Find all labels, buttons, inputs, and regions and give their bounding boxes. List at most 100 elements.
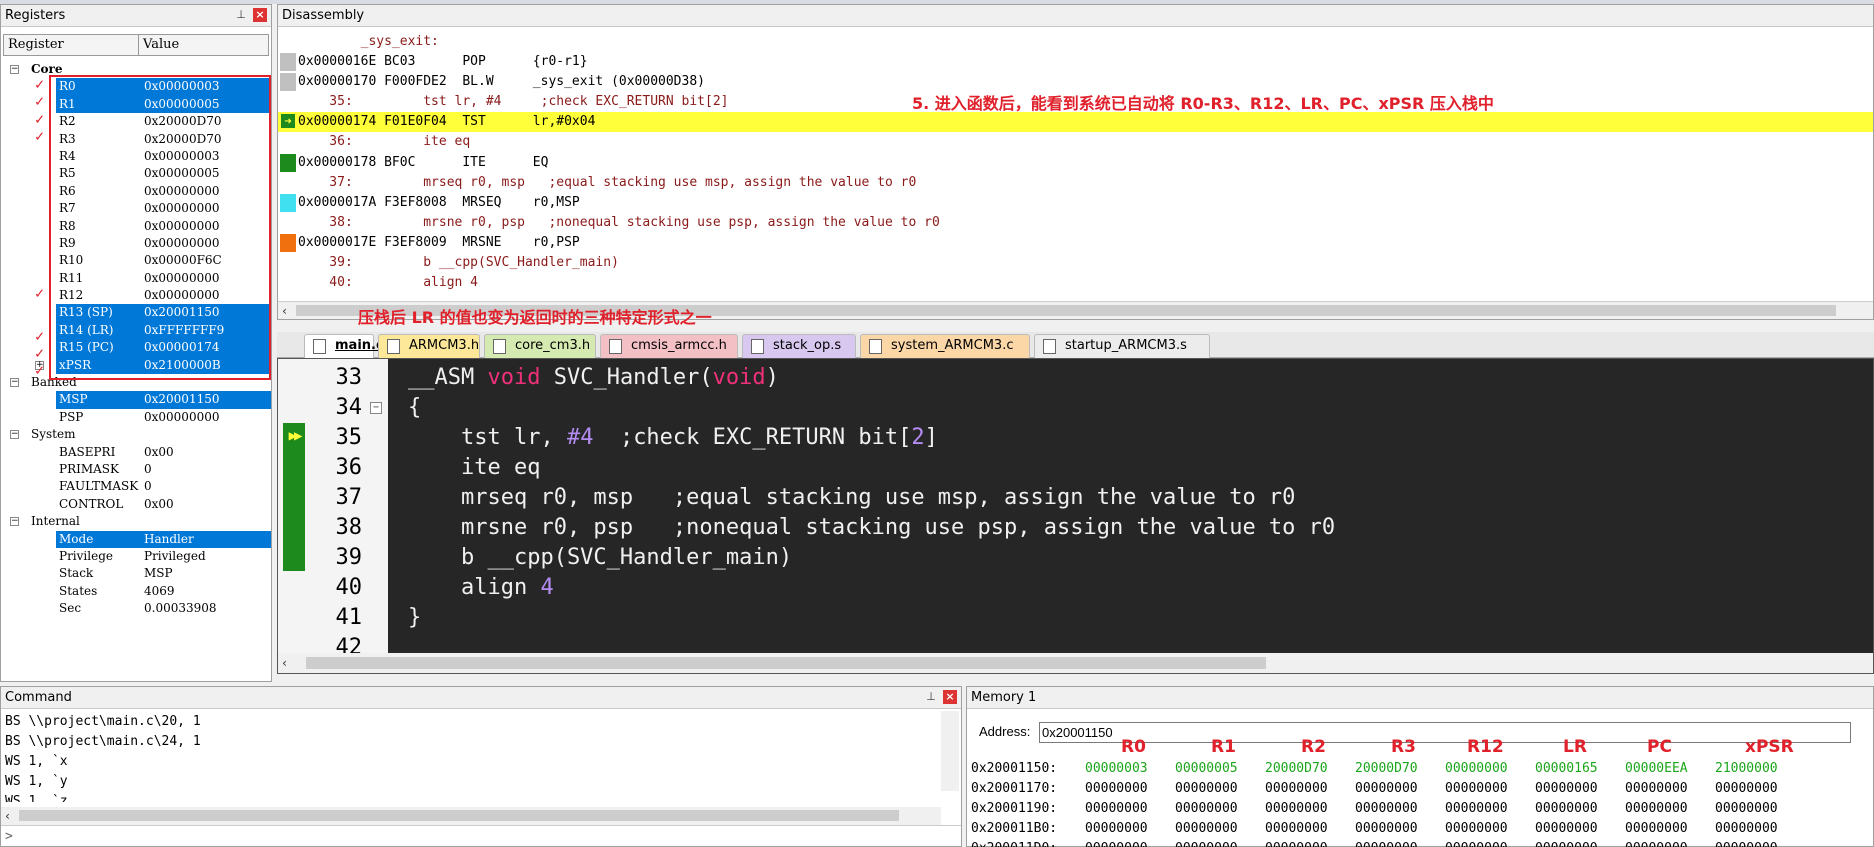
editor-line[interactable]: 36 ite eq bbox=[278, 453, 1873, 483]
register-row-basepri[interactable]: BASEPRI 0x00 bbox=[1, 444, 271, 461]
disasm-line[interactable]: 0x0000017A F3EF8008 MRSEQ r0,MSP bbox=[278, 193, 1873, 213]
memory-word[interactable]: 00000000 bbox=[1175, 819, 1265, 839]
memory-word[interactable]: 00000000 bbox=[1085, 839, 1175, 847]
pin-icon[interactable]: ⊥ bbox=[235, 8, 247, 22]
memory-row[interactable]: 0x200011B0: 00000000 00000000 00000000 00000… bbox=[971, 819, 1805, 839]
register-value[interactable]: 4069 bbox=[144, 583, 175, 600]
register-value[interactable]: 0x20001150 bbox=[144, 391, 219, 408]
register-value[interactable]: 0x00000000 bbox=[144, 235, 219, 252]
command-vscroll[interactable] bbox=[941, 711, 959, 791]
register-row-r6[interactable]: R6 0x00000000 bbox=[1, 183, 271, 200]
memory-word[interactable]: 00000000 bbox=[1625, 799, 1715, 819]
editor-hscroll[interactable]: ‹ bbox=[278, 653, 1873, 673]
editor-line[interactable]: 35 tst lr, #4 ;check EXC_RETURN bit[2] bbox=[278, 423, 1873, 453]
register-row-sec[interactable]: Sec 0.00033908 bbox=[1, 600, 271, 617]
editor-line[interactable]: 39 b __cpp(SVC_Handler_main) bbox=[278, 543, 1873, 573]
fold-icon[interactable]: − bbox=[370, 402, 382, 414]
editor-line[interactable]: 40 align 4 bbox=[278, 573, 1873, 603]
disasm-line[interactable]: 37: mrseq r0, msp ;equal stacking use ms… bbox=[278, 173, 1873, 193]
collapse-icon[interactable]: − bbox=[10, 517, 19, 527]
tab-core-cm3-h[interactable]: core_cm3.h bbox=[484, 334, 596, 358]
memory-word[interactable]: 00000000 bbox=[1535, 799, 1625, 819]
memory-word[interactable]: 00000000 bbox=[1355, 779, 1445, 799]
register-value[interactable]: 0x00000003 bbox=[144, 78, 219, 95]
memory-word[interactable]: 00000000 bbox=[1355, 799, 1445, 819]
memory-word[interactable]: 00000000 bbox=[1175, 799, 1265, 819]
register-value[interactable]: 0x2100000B bbox=[144, 357, 221, 374]
memory-word[interactable]: 00000000 bbox=[1265, 819, 1355, 839]
group-internal[interactable]: − Internal bbox=[1, 513, 271, 530]
chevron-left-icon[interactable]: ‹ bbox=[4, 807, 11, 825]
memory-word[interactable]: 00000000 bbox=[1265, 839, 1355, 847]
memory-row[interactable]: 0x20001170: 00000000 00000000 00000000 00000… bbox=[971, 779, 1805, 799]
disasm-line[interactable]: 0x0000017E F3EF8009 MRSNE r0,PSP bbox=[278, 233, 1873, 253]
memory-word[interactable]: 00000000 bbox=[1625, 819, 1715, 839]
register-value[interactable]: 0x00000000 bbox=[144, 270, 219, 287]
scroll-thumb[interactable] bbox=[19, 810, 899, 821]
memory-word[interactable]: 00000000 bbox=[1715, 779, 1805, 799]
memory-word[interactable]: 00000000 bbox=[1715, 839, 1805, 847]
register-row-stack[interactable]: Stack MSP bbox=[1, 565, 271, 582]
register-row-mode[interactable]: Mode Handler bbox=[1, 530, 271, 549]
register-value[interactable]: 0x00000005 bbox=[144, 96, 219, 113]
memory-word[interactable]: 00000165 bbox=[1535, 759, 1625, 779]
command-hscroll[interactable]: ‹ bbox=[1, 807, 941, 825]
register-row-faultmask[interactable]: FAULTMASK 0 bbox=[1, 478, 271, 495]
register-value[interactable]: 0 bbox=[144, 461, 152, 478]
memory-row[interactable]: 0x200011D0:00000000000000000000000000000… bbox=[971, 839, 1805, 847]
collapse-icon[interactable]: − bbox=[10, 430, 19, 440]
tab-cmsis-armcc-h[interactable]: cmsis_armcc.h bbox=[600, 334, 738, 358]
register-value[interactable]: MSP bbox=[144, 565, 173, 582]
register-value[interactable]: Privileged bbox=[144, 548, 206, 565]
memory-word[interactable]: 00000000 bbox=[1085, 819, 1175, 839]
memory-word[interactable]: 00000000 bbox=[1265, 799, 1355, 819]
collapse-icon[interactable]: − bbox=[10, 65, 19, 74]
register-value[interactable]: 0x00000000 bbox=[144, 183, 219, 200]
editor-line[interactable]: 41} bbox=[278, 603, 1873, 633]
disasm-line[interactable]: 0x00000178 BF0C ITE EQ bbox=[278, 153, 1873, 173]
pin-icon[interactable]: ⊥ bbox=[925, 690, 937, 704]
register-row-r7[interactable]: R7 0x00000000 bbox=[1, 200, 271, 217]
memory-word[interactable]: 00000000 bbox=[1265, 779, 1355, 799]
memory-word[interactable]: 00000000 bbox=[1625, 839, 1715, 847]
register-row-primask[interactable]: PRIMASK 0 bbox=[1, 461, 271, 478]
disasm-line[interactable]: 40: align 4 bbox=[278, 273, 1873, 293]
tab-startup-armcm3-s[interactable]: startup_ARMCM3.s bbox=[1034, 334, 1210, 358]
disasm-line[interactable]: _sys_exit: bbox=[278, 32, 1873, 52]
register-value[interactable]: 0x00 bbox=[144, 444, 174, 461]
disasm-current-line[interactable]: ➜ 0x00000174 F01E0F04 TST lr,#0x04 bbox=[278, 112, 1873, 133]
register-value[interactable]: 0x00000000 bbox=[144, 287, 219, 304]
tab-armcm3-h[interactable]: ARMCM3.h bbox=[378, 334, 480, 358]
memory-word[interactable]: 00000000 bbox=[1355, 819, 1445, 839]
column-register[interactable]: Register bbox=[4, 35, 139, 55]
disasm-line[interactable]: 38: mrsne r0, psp ;nonequal stacking use… bbox=[278, 213, 1873, 233]
register-value[interactable]: 0x20000D70 bbox=[144, 113, 221, 130]
memory-row[interactable]: 0x20001150: 00000003 00000005 20000D70 20000… bbox=[971, 759, 1805, 779]
register-value[interactable]: 0x20001150 bbox=[144, 304, 219, 321]
editor-line[interactable]: 34−{ bbox=[278, 393, 1873, 423]
tab-system-armcm3-c[interactable]: system_ARMCM3.c bbox=[860, 334, 1030, 358]
register-row-r13-sp[interactable]: R13 (SP) 0x20001150 bbox=[1, 304, 271, 323]
register-value[interactable]: 0x20000D70 bbox=[144, 131, 221, 148]
memory-word[interactable]: 00000000 bbox=[1445, 839, 1535, 847]
memory-word[interactable]: 00000000 bbox=[1445, 759, 1535, 779]
close-icon[interactable]: × bbox=[253, 8, 267, 22]
register-value[interactable]: 0x00000005 bbox=[144, 165, 219, 182]
memory-word[interactable]: 00000000 bbox=[1535, 839, 1625, 847]
memory-word[interactable]: 00000000 bbox=[1085, 799, 1175, 819]
memory-word[interactable]: 00000EEA bbox=[1625, 759, 1715, 779]
register-row-control[interactable]: CONTROL 0x00 bbox=[1, 496, 271, 513]
memory-word[interactable]: 21000000 bbox=[1715, 759, 1805, 779]
memory-word[interactable]: 00000000 bbox=[1355, 839, 1445, 847]
register-value[interactable]: 0x00000000 bbox=[144, 409, 219, 426]
chevron-left-icon[interactable]: ‹ bbox=[281, 653, 288, 673]
editor-line[interactable]: 37 mrseq r0, msp ;equal stacking use msp… bbox=[278, 483, 1873, 513]
memory-word[interactable]: 20000D70 bbox=[1355, 759, 1445, 779]
close-icon[interactable]: × bbox=[943, 690, 957, 704]
disasm-line[interactable]: 0x0000016E BC03 POP {r0-r1} bbox=[278, 52, 1873, 72]
register-row-msp[interactable]: MSP 0x20001150 bbox=[1, 391, 271, 410]
memory-word[interactable]: 00000005 bbox=[1175, 759, 1265, 779]
editor-line[interactable]: 38 mrsne r0, psp ;nonequal stacking use … bbox=[278, 513, 1873, 543]
register-row-r8[interactable]: R8 0x00000000 bbox=[1, 218, 271, 235]
register-row-r5[interactable]: R5 0x00000005 bbox=[1, 165, 271, 182]
